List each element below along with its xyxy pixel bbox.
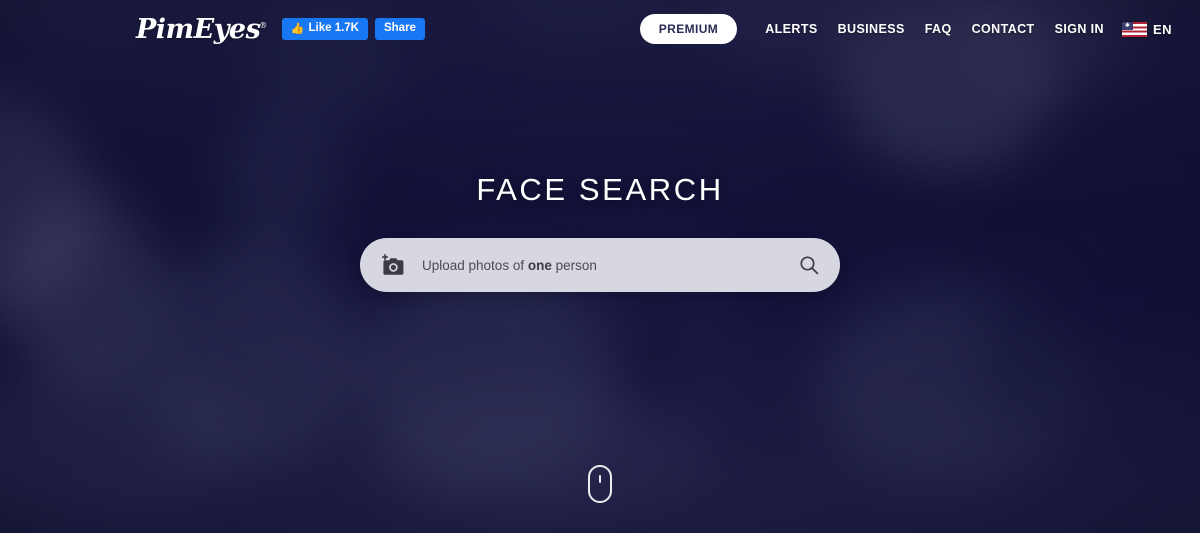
nav-link-business[interactable]: BUSINESS bbox=[828, 16, 915, 42]
facebook-social-buttons: 👍 Like 1.7K Share bbox=[281, 18, 425, 40]
placeholder-prefix: Upload photos of bbox=[422, 257, 528, 273]
nav-link-faq[interactable]: FAQ bbox=[915, 16, 962, 42]
search-submit-button[interactable] bbox=[796, 252, 822, 278]
add-photo-camera-icon[interactable] bbox=[380, 253, 406, 277]
scroll-wheel-indicator bbox=[599, 475, 601, 483]
placeholder-emphasis: one bbox=[527, 257, 552, 273]
us-flag-icon: ✱ bbox=[1121, 21, 1147, 37]
hero-content: FACE SEARCH Upload photos of one person bbox=[0, 0, 1200, 533]
nav-link-contact[interactable]: CONTACT bbox=[962, 16, 1045, 42]
search-placeholder-text: Upload photos of one person bbox=[422, 258, 796, 273]
placeholder-suffix: person bbox=[551, 257, 597, 273]
facebook-share-button[interactable]: Share bbox=[374, 18, 425, 40]
language-code-label: EN bbox=[1152, 21, 1172, 37]
main-navigation: PREMIUM ALERTS BUSINESS FAQ CONTACT SIGN… bbox=[639, 14, 1172, 44]
nav-premium-button[interactable]: PREMIUM bbox=[639, 14, 738, 44]
site-logo-text: PimEyes bbox=[136, 13, 261, 45]
site-header: PimEyes® 👍 Like 1.7K Share PREMIUM ALERT… bbox=[0, 0, 1200, 58]
registered-trademark-icon: ® bbox=[259, 20, 267, 30]
facebook-share-label: Share bbox=[383, 22, 416, 35]
mouse-scroll-icon[interactable] bbox=[588, 465, 612, 503]
face-search-bar[interactable]: Upload photos of one person bbox=[360, 238, 840, 292]
facebook-like-button[interactable]: 👍 Like 1.7K bbox=[281, 18, 368, 40]
thumbs-up-icon: 👍 bbox=[290, 22, 305, 35]
nav-link-sign-in[interactable]: SIGN IN bbox=[1045, 16, 1114, 42]
facebook-like-label: Like 1.7K bbox=[308, 22, 359, 35]
nav-link-alerts[interactable]: ALERTS bbox=[755, 16, 827, 42]
search-icon bbox=[800, 256, 819, 275]
page-title: FACE SEARCH bbox=[476, 172, 724, 207]
language-selector[interactable]: ✱ EN bbox=[1121, 21, 1172, 37]
site-logo[interactable]: PimEyes® bbox=[136, 16, 267, 43]
hero-section: PimEyes® 👍 Like 1.7K Share PREMIUM ALERT… bbox=[0, 0, 1200, 533]
